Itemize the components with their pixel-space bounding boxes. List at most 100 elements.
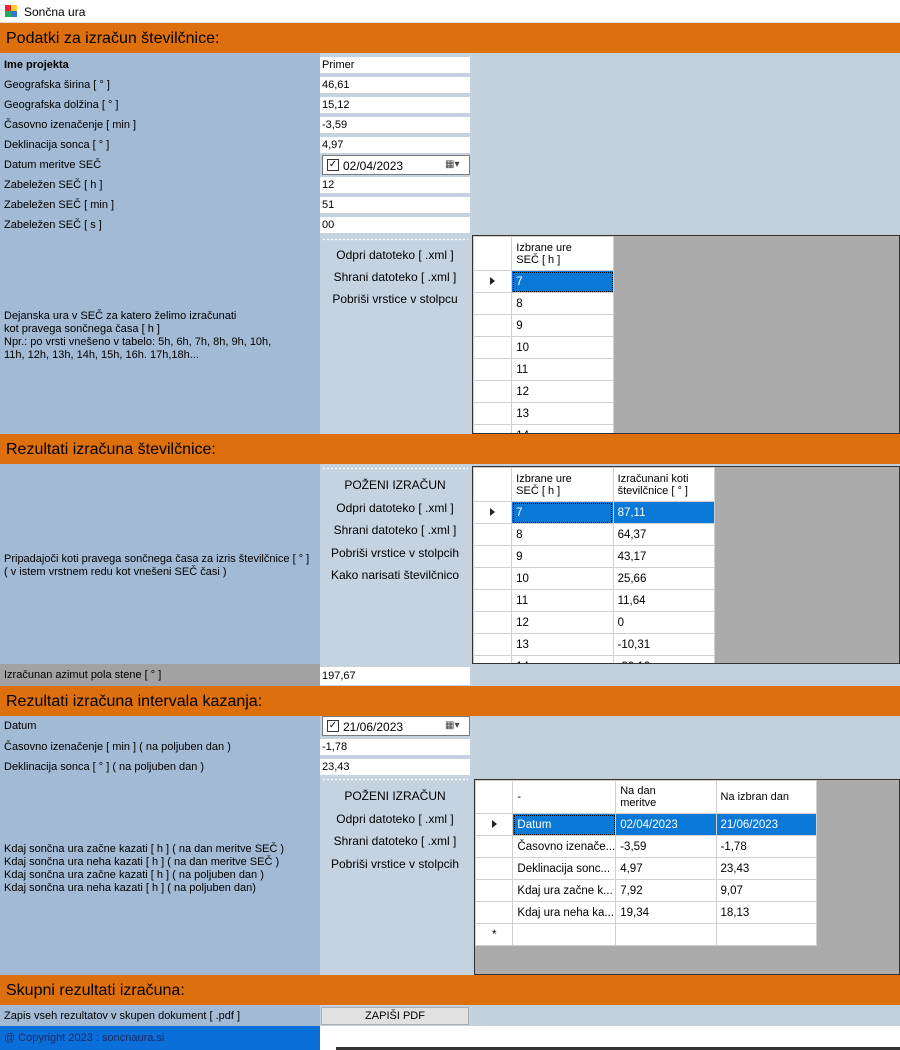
row-header[interactable] [473, 314, 513, 337]
column-header[interactable]: Na izbran dan [715, 780, 817, 814]
hours-menu-item-1[interactable]: Shrani datoteko [ .xml ] [320, 270, 470, 284]
interval-menu-item-2[interactable]: Shrani datoteko [ .xml ] [320, 834, 470, 848]
save-pdf-button[interactable]: ZAPIŠI PDF [321, 1007, 469, 1025]
table-cell[interactable]: 19,34 [615, 901, 717, 924]
interval-menu-item-1[interactable]: Odpri datoteko [ .xml ] [320, 812, 470, 826]
table-row[interactable]: 14 [473, 424, 614, 433]
table-row[interactable]: 7 87,11 [473, 501, 716, 524]
interval-menu-item-3[interactable]: Pobriši vrstice v stolpcih [320, 857, 470, 871]
table-cell[interactable]: 7 [511, 501, 614, 524]
table-cell[interactable]: 10 [511, 336, 614, 359]
table-cell[interactable]: 43,17 [612, 545, 716, 568]
declination-input[interactable]: 4,97 [320, 137, 470, 153]
dial-angles-grid[interactable]: Izbrane ure SEČ [ h ] Izračunani koti šte… [472, 466, 900, 664]
date-checkbox[interactable]: ✓ [327, 159, 339, 171]
hours-menu-item-2[interactable]: Pobriši vrstice v stolpcu [320, 292, 470, 306]
row-header[interactable] [475, 879, 514, 902]
date-checkbox[interactable]: ✓ [327, 720, 339, 732]
table-row[interactable]: 13 -10,31 [473, 633, 716, 656]
row-header[interactable] [473, 501, 513, 524]
row-header[interactable] [473, 589, 513, 612]
table-cell[interactable]: 12 [511, 380, 614, 403]
dial-menu-item-4[interactable]: Kako narisati številčnico [320, 568, 470, 582]
latitude-input[interactable]: 46,61 [320, 77, 470, 93]
row-header[interactable] [473, 633, 513, 656]
recorded-hour-input[interactable]: 12 [320, 177, 470, 193]
table-cell[interactable]: 12 [511, 611, 614, 634]
longitude-input[interactable]: 15,12 [320, 97, 470, 113]
measure-date-picker[interactable]: ✓ 02/04/2023 ▦▾ [322, 155, 470, 175]
table-cell[interactable]: Datum [512, 813, 617, 836]
interval-results-grid[interactable]: - Na dan meritve Na izbran dan Datum 02/04/2… [474, 779, 900, 975]
project-name-input[interactable]: Primer [320, 57, 470, 73]
interval-time-equation-input[interactable]: -1,78 [320, 739, 470, 755]
table-row[interactable]: 8 64,37 [473, 523, 716, 546]
table-cell[interactable]: -1,78 [715, 835, 817, 858]
interval-declination-input[interactable]: 23,43 [320, 759, 470, 775]
column-header[interactable]: Na dan meritve [615, 780, 717, 814]
dial-menu-item-3[interactable]: Pobriši vrstice v stolpcih [320, 546, 470, 560]
row-header[interactable] [475, 813, 514, 836]
table-cell[interactable]: -20,10 [612, 655, 716, 663]
azimuth-value[interactable]: 197,67 [320, 667, 470, 685]
table-cell[interactable] [615, 923, 717, 946]
dial-menu-item-1[interactable]: Odpri datoteko [ .xml ] [320, 501, 470, 515]
table-cell[interactable]: 7,92 [615, 879, 717, 902]
table-row[interactable]: Kdaj ura neha ka... 19,34 18,13 [475, 901, 817, 924]
table-cell[interactable]: 8 [511, 523, 614, 546]
recorded-second-input[interactable]: 00 [320, 217, 470, 233]
table-row[interactable]: 11 11,64 [473, 589, 716, 612]
table-cell[interactable]: 7 [511, 270, 614, 293]
table-row[interactable]: Časovno izenače... -3,59 -1,78 [475, 835, 817, 858]
row-header[interactable] [473, 611, 513, 634]
table-cell[interactable]: 4,97 [615, 857, 717, 880]
column-header[interactable]: Izbrane ure SEČ [ h ] [511, 236, 614, 271]
table-cell[interactable]: 18,13 [715, 901, 817, 924]
calendar-dropdown-icon[interactable]: ▦▾ [445, 159, 465, 171]
table-cell[interactable]: 21/06/2023 [715, 813, 817, 836]
table-row[interactable]: 11 [473, 358, 614, 381]
new-row[interactable]: * [475, 923, 817, 946]
table-row[interactable]: Kdaj ura začne k... 7,92 9,07 [475, 879, 817, 902]
table-cell[interactable] [715, 923, 817, 946]
table-row[interactable]: 9 [473, 314, 614, 337]
table-cell[interactable]: 64,37 [612, 523, 716, 546]
table-cell[interactable]: 14 [511, 655, 614, 663]
row-header[interactable] [473, 336, 513, 359]
table-row[interactable]: 8 [473, 292, 614, 315]
selected-hours-grid[interactable]: Izbrane ure SEČ [ h ]7891011121314 [472, 235, 900, 434]
table-cell[interactable]: 25,66 [612, 567, 716, 590]
row-header[interactable] [473, 424, 513, 433]
interval-menu-item-0[interactable]: POŽENI IZRAČUN [320, 789, 470, 803]
hours-menu-item-0[interactable]: Odpri datoteko [ .xml ] [320, 248, 470, 262]
row-header[interactable] [473, 292, 513, 315]
table-row[interactable]: 9 43,17 [473, 545, 716, 568]
table-cell[interactable]: 10 [511, 567, 614, 590]
table-row[interactable]: 14-20,10 [473, 655, 716, 663]
row-header[interactable] [473, 358, 513, 381]
row-header[interactable] [475, 901, 514, 924]
table-cell[interactable]: -3,59 [615, 835, 717, 858]
table-cell[interactable]: 14 [511, 424, 614, 433]
recorded-minute-input[interactable]: 51 [320, 197, 470, 213]
column-header[interactable]: Izračunani koti številčnice [ ° ] [612, 467, 716, 502]
column-header[interactable]: - [512, 780, 617, 814]
table-cell[interactable]: Deklinacija sonc... [512, 857, 617, 880]
interval-date-picker[interactable]: ✓ 21/06/2023 ▦▾ [322, 716, 470, 736]
table-cell[interactable]: 8 [511, 292, 614, 315]
table-row[interactable]: 10 [473, 336, 614, 359]
table-row[interactable]: 7 [473, 270, 614, 293]
table-cell[interactable]: 9 [511, 314, 614, 337]
calendar-dropdown-icon[interactable]: ▦▾ [445, 720, 465, 732]
row-header[interactable] [473, 270, 513, 293]
row-header[interactable] [473, 567, 513, 590]
row-header[interactable] [473, 402, 513, 425]
table-cell[interactable]: 9,07 [715, 879, 817, 902]
dial-menu-item-2[interactable]: Shrani datoteko [ .xml ] [320, 523, 470, 537]
table-row[interactable]: 13 [473, 402, 614, 425]
table-cell[interactable]: Kdaj ura neha ka... [512, 901, 617, 924]
table-cell[interactable]: 0 [612, 611, 716, 634]
table-cell[interactable]: Kdaj ura začne k... [512, 879, 617, 902]
table-cell[interactable]: 13 [511, 402, 614, 425]
table-cell[interactable]: -10,31 [612, 633, 716, 656]
